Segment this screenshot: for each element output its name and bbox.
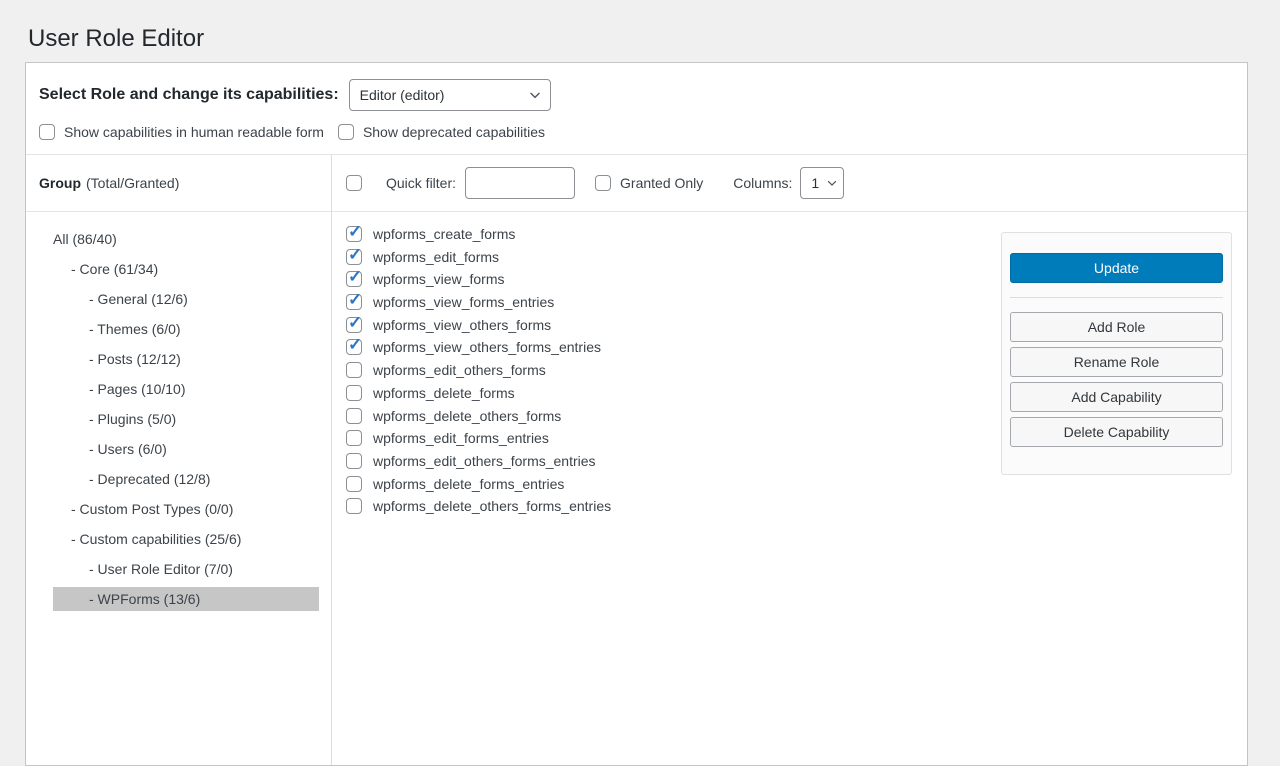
role-selector-row: Select Role and change its capabilities:…: [26, 63, 1247, 111]
groups-sidebar: Group (Total/Granted) All (86/40) - Core…: [26, 155, 332, 766]
role-selector-label: Select Role and change its capabilities:: [39, 86, 339, 104]
capability-row: wpforms_edit_others_forms: [346, 362, 611, 378]
capability-row: wpforms_view_others_forms_entries: [346, 339, 611, 355]
capability-name: wpforms_view_others_forms: [373, 317, 551, 333]
columns-select[interactable]: 1: [800, 167, 844, 199]
role-select-wrap: Editor (editor): [349, 79, 551, 111]
capability-row: wpforms_edit_others_forms_entries: [346, 453, 611, 469]
capability-name: wpforms_edit_forms: [373, 249, 499, 265]
capability-checkbox[interactable]: [346, 408, 362, 424]
group-tree-item[interactable]: - Posts (12/12): [53, 347, 319, 371]
actions-panel: Update Add Role Rename Role Add Capabili…: [1001, 232, 1232, 475]
add-capability-button[interactable]: Add Capability: [1010, 382, 1223, 412]
capability-checkbox[interactable]: [346, 476, 362, 492]
user-role-editor-panel: Select Role and change its capabilities:…: [25, 62, 1248, 766]
capability-row: wpforms_view_forms: [346, 271, 611, 287]
group-tree-item[interactable]: - Custom Post Types (0/0): [53, 497, 319, 521]
capability-checkbox[interactable]: [346, 385, 362, 401]
group-tree-item[interactable]: - Users (6/0): [53, 437, 319, 461]
display-options-row: Show capabilities in human readable form…: [26, 111, 1247, 154]
capability-checkbox[interactable]: [346, 339, 362, 355]
granted-only-checkbox[interactable]: [595, 175, 611, 191]
capability-name: wpforms_edit_others_forms: [373, 362, 546, 378]
groups-header-note: (Total/Granted): [86, 175, 179, 191]
capability-checkbox[interactable]: [346, 294, 362, 310]
capabilities-list: wpforms_create_forms wpforms_edit_forms …: [346, 226, 611, 521]
granted-only-label: Granted Only: [620, 175, 703, 191]
quick-filter-label: Quick filter:: [386, 175, 456, 191]
capability-checkbox[interactable]: [346, 498, 362, 514]
columns-select-wrap: 1: [800, 167, 844, 199]
capability-checkbox[interactable]: [346, 226, 362, 242]
group-tree-item[interactable]: All (86/40): [53, 227, 319, 251]
capability-row: wpforms_delete_forms: [346, 385, 611, 401]
groups-header-title: Group: [39, 175, 81, 191]
rename-role-button[interactable]: Rename Role: [1010, 347, 1223, 377]
select-all-checkbox[interactable]: [346, 175, 362, 191]
add-role-button[interactable]: Add Role: [1010, 312, 1223, 342]
group-tree-item[interactable]: - WPForms (13/6): [53, 587, 319, 611]
actions-divider: [1010, 297, 1223, 298]
capability-name: wpforms_delete_others_forms_entries: [373, 498, 611, 514]
group-tree-item[interactable]: - Pages (10/10): [53, 377, 319, 401]
capability-name: wpforms_edit_others_forms_entries: [373, 453, 596, 469]
group-tree-item[interactable]: - Themes (6/0): [53, 317, 319, 341]
update-button[interactable]: Update: [1010, 253, 1223, 283]
capability-name: wpforms_delete_forms_entries: [373, 476, 564, 492]
show-deprecated-label: Show deprecated capabilities: [363, 124, 545, 140]
capability-row: wpforms_view_others_forms: [346, 317, 611, 333]
group-tree-item[interactable]: - General (12/6): [53, 287, 319, 311]
capability-name: wpforms_create_forms: [373, 226, 515, 242]
capability-row: wpforms_view_forms_entries: [346, 294, 611, 310]
capability-name: wpforms_delete_others_forms: [373, 408, 561, 424]
capability-checkbox[interactable]: [346, 271, 362, 287]
groups-header: Group (Total/Granted): [26, 155, 331, 212]
group-tree-item[interactable]: - Deprecated (12/8): [53, 467, 319, 491]
role-select[interactable]: Editor (editor): [349, 79, 551, 111]
group-tree-item[interactable]: - Plugins (5/0): [53, 407, 319, 431]
group-tree-item[interactable]: - User Role Editor (7/0): [53, 557, 319, 581]
human-readable-option[interactable]: Show capabilities in human readable form: [39, 124, 324, 140]
capability-row: wpforms_edit_forms_entries: [346, 430, 611, 446]
show-deprecated-checkbox[interactable]: [338, 124, 354, 140]
columns-label: Columns:: [733, 175, 792, 191]
capability-checkbox[interactable]: [346, 362, 362, 378]
show-deprecated-option[interactable]: Show deprecated capabilities: [338, 124, 545, 140]
granted-only-option[interactable]: Granted Only: [595, 175, 703, 191]
human-readable-label: Show capabilities in human readable form: [64, 124, 324, 140]
delete-capability-button[interactable]: Delete Capability: [1010, 417, 1223, 447]
page-title: User Role Editor: [0, 0, 1280, 53]
capability-name: wpforms_edit_forms_entries: [373, 430, 549, 446]
human-readable-checkbox[interactable]: [39, 124, 55, 140]
capability-checkbox[interactable]: [346, 249, 362, 265]
capability-name: wpforms_view_forms_entries: [373, 294, 554, 310]
capability-checkbox[interactable]: [346, 430, 362, 446]
capability-checkbox[interactable]: [346, 317, 362, 333]
group-tree: All (86/40) - Core (61/34) - General (12…: [53, 227, 331, 611]
capability-row: wpforms_delete_forms_entries: [346, 476, 611, 492]
content-area: Group (Total/Granted) All (86/40) - Core…: [26, 154, 1247, 766]
capability-row: wpforms_delete_others_forms: [346, 408, 611, 424]
capability-row: wpforms_create_forms: [346, 226, 611, 242]
capability-row: wpforms_edit_forms: [346, 249, 611, 265]
capability-name: wpforms_view_others_forms_entries: [373, 339, 601, 355]
capabilities-area: wpforms_create_forms wpforms_edit_forms …: [332, 212, 1247, 766]
capability-row: wpforms_delete_others_forms_entries: [346, 498, 611, 514]
capabilities-main: Quick filter: Granted Only Columns: 1: [332, 155, 1247, 766]
quick-filter-input[interactable]: [465, 167, 575, 199]
capability-checkbox[interactable]: [346, 453, 362, 469]
capability-name: wpforms_view_forms: [373, 271, 504, 287]
filter-bar: Quick filter: Granted Only Columns: 1: [332, 155, 1247, 212]
capability-name: wpforms_delete_forms: [373, 385, 515, 401]
group-tree-item[interactable]: - Custom capabilities (25/6): [53, 527, 319, 551]
group-tree-item[interactable]: - Core (61/34): [53, 257, 319, 281]
